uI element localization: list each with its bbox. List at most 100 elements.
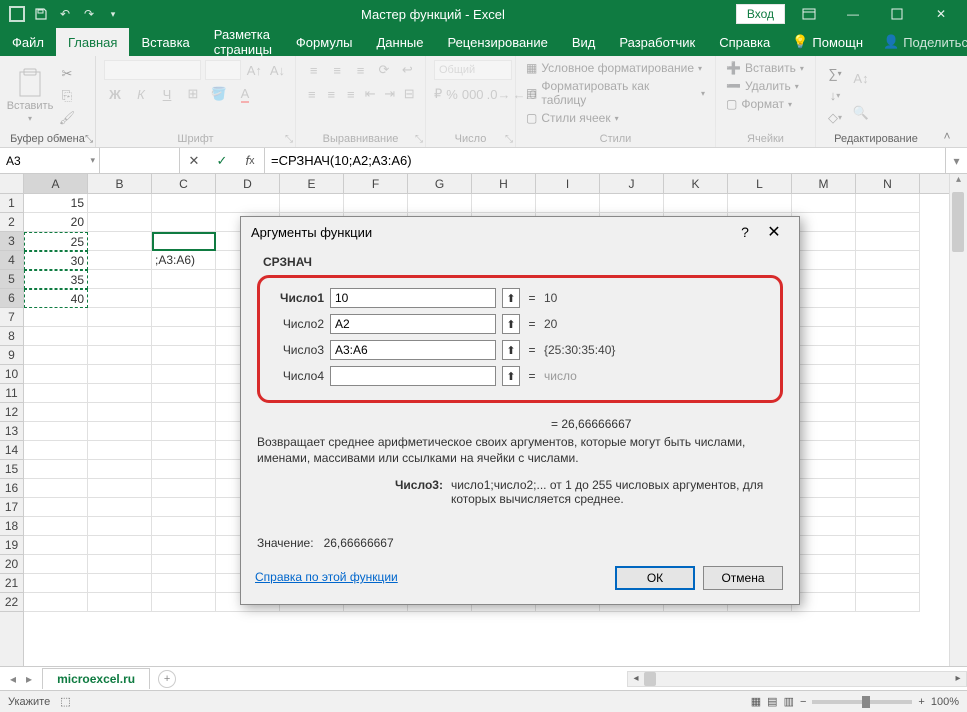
cell[interactable] <box>152 574 216 593</box>
cell[interactable] <box>88 308 152 327</box>
macro-record-icon[interactable]: ⬚ <box>60 695 70 708</box>
row-header-5[interactable]: 5 <box>0 270 23 289</box>
vertical-scrollbar[interactable]: ▴ <box>949 174 967 666</box>
cell[interactable] <box>88 555 152 574</box>
cell[interactable] <box>152 555 216 574</box>
cell[interactable] <box>856 555 920 574</box>
col-header-J[interactable]: J <box>600 174 664 193</box>
arg-input-3[interactable] <box>330 340 496 360</box>
cell[interactable] <box>792 270 856 289</box>
cell[interactable] <box>88 479 152 498</box>
cell[interactable] <box>792 460 856 479</box>
cell[interactable] <box>856 194 920 213</box>
cell[interactable] <box>792 384 856 403</box>
cell[interactable] <box>856 346 920 365</box>
align-bottom-icon[interactable]: ≡ <box>351 60 370 80</box>
cell[interactable] <box>88 232 152 251</box>
col-header-H[interactable]: H <box>472 174 536 193</box>
col-header-F[interactable]: F <box>344 174 408 193</box>
dialog-titlebar[interactable]: Аргументы функции ? ✕ <box>241 217 799 247</box>
align-right-icon[interactable]: ≡ <box>343 84 359 104</box>
cell[interactable] <box>792 479 856 498</box>
cell[interactable] <box>792 441 856 460</box>
cell[interactable] <box>344 194 408 213</box>
cell[interactable] <box>856 441 920 460</box>
launcher-icon[interactable]: ⤡ <box>285 134 293 145</box>
cell[interactable] <box>24 574 88 593</box>
cell[interactable] <box>856 460 920 479</box>
row-header-20[interactable]: 20 <box>0 555 23 574</box>
zoom-out-icon[interactable]: − <box>800 696 806 708</box>
cell[interactable] <box>152 517 216 536</box>
cell[interactable] <box>792 346 856 365</box>
clear-icon[interactable]: ◇▾ <box>824 108 846 128</box>
cell[interactable] <box>856 422 920 441</box>
ok-button[interactable]: ОК <box>615 566 695 590</box>
cell[interactable] <box>152 346 216 365</box>
cell[interactable] <box>152 422 216 441</box>
cell[interactable] <box>152 213 216 232</box>
cell[interactable] <box>472 194 536 213</box>
arg-input-4[interactable] <box>330 366 496 386</box>
comma-icon[interactable]: 000 <box>462 84 484 104</box>
tab-page-layout[interactable]: Разметка страницы <box>202 28 284 56</box>
horizontal-scrollbar[interactable]: ◂ ▸ <box>627 671 967 687</box>
dialog-close-icon[interactable]: ✕ <box>759 222 789 242</box>
cell[interactable] <box>152 365 216 384</box>
row-header-7[interactable]: 7 <box>0 308 23 327</box>
percent-icon[interactable]: % <box>446 84 458 104</box>
cell[interactable] <box>152 194 216 213</box>
cell[interactable]: ;A3:A6) <box>152 251 216 270</box>
dialog-help-icon[interactable]: ? <box>731 224 759 240</box>
fill-icon[interactable]: ↓▾ <box>824 86 846 106</box>
font-size-combo[interactable] <box>205 60 241 80</box>
cell[interactable] <box>856 517 920 536</box>
sheet-tab[interactable]: microexcel.ru <box>42 668 150 689</box>
close-icon[interactable]: ✕ <box>921 0 961 28</box>
chevron-down-icon[interactable]: ▾ <box>90 155 95 166</box>
cell[interactable] <box>536 194 600 213</box>
cell[interactable] <box>792 194 856 213</box>
cell[interactable] <box>24 308 88 327</box>
find-select-icon[interactable]: 🔍 <box>850 97 872 129</box>
number-format-combo[interactable]: Общий <box>434 60 512 80</box>
row-header-9[interactable]: 9 <box>0 346 23 365</box>
scroll-up-icon[interactable]: ▴ <box>950 174 967 190</box>
tab-developer[interactable]: Разработчик <box>607 28 707 56</box>
maximize-icon[interactable] <box>877 0 917 28</box>
copy-icon[interactable]: ⎘ <box>56 86 78 106</box>
cell[interactable] <box>152 441 216 460</box>
cell[interactable] <box>24 498 88 517</box>
row-header-3[interactable]: 3 <box>0 232 23 251</box>
cell[interactable] <box>88 403 152 422</box>
row-header-11[interactable]: 11 <box>0 384 23 403</box>
tab-data[interactable]: Данные <box>365 28 436 56</box>
view-page-layout-icon[interactable]: ▤ <box>767 695 777 708</box>
cell[interactable]: 30 <box>24 251 88 270</box>
row-header-17[interactable]: 17 <box>0 498 23 517</box>
cell[interactable]: 25 <box>24 232 88 251</box>
undo-icon[interactable]: ↶ <box>54 3 76 25</box>
conditional-formatting-button[interactable]: ▦Условное форматирование▾ <box>524 60 707 76</box>
cell[interactable] <box>88 327 152 346</box>
cell-styles-button[interactable]: ▢Стили ячеек▾ <box>524 110 707 126</box>
cell[interactable] <box>216 194 280 213</box>
align-top-icon[interactable]: ≡ <box>304 60 323 80</box>
zoom-in-icon[interactable]: + <box>918 696 924 708</box>
cell[interactable] <box>664 194 728 213</box>
cancel-formula-icon[interactable]: ✕ <box>180 153 208 169</box>
scroll-left-icon[interactable]: ◂ <box>628 673 644 684</box>
help-link[interactable]: Справка по этой функции <box>255 570 398 584</box>
cell[interactable] <box>792 308 856 327</box>
login-button[interactable]: Вход <box>736 4 785 24</box>
row-header-14[interactable]: 14 <box>0 441 23 460</box>
row-header-22[interactable]: 22 <box>0 593 23 612</box>
bold-icon[interactable]: Ж <box>104 84 126 104</box>
cell[interactable] <box>24 555 88 574</box>
cell[interactable] <box>856 327 920 346</box>
cell[interactable] <box>88 574 152 593</box>
share-button[interactable]: 👤Поделиться <box>873 28 967 56</box>
range-picker-icon[interactable]: ⬆ <box>502 288 520 308</box>
redo-icon[interactable]: ↷ <box>78 3 100 25</box>
zoom-slider[interactable] <box>812 700 912 704</box>
